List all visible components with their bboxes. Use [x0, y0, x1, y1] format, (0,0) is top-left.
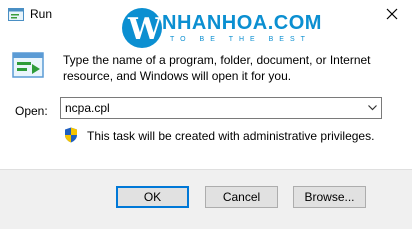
run-dialog-icon: [12, 50, 46, 80]
run-dialog: Run W NHANHOA.COM TO BE THE BEST Type th…: [0, 0, 412, 229]
browse-button[interactable]: Browse...: [293, 186, 366, 208]
window-title: Run: [30, 7, 53, 21]
close-button[interactable]: [382, 5, 402, 25]
run-app-icon: [8, 8, 24, 22]
uac-shield-icon: [64, 127, 78, 143]
watermark-logo-letter: W: [128, 12, 162, 47]
cancel-button[interactable]: Cancel: [205, 186, 278, 208]
close-icon: [386, 8, 398, 23]
watermark-name: NHANHOA.COM: [162, 12, 322, 34]
ok-button[interactable]: OK: [116, 186, 189, 208]
open-input[interactable]: ncpa.cpl: [65, 101, 110, 115]
dialog-description: Type the name of a program, folder, docu…: [63, 53, 371, 83]
open-label: Open:: [15, 104, 48, 118]
open-combobox[interactable]: ncpa.cpl: [60, 97, 382, 119]
admin-privileges-note: This task will be created with administr…: [87, 129, 375, 143]
dropdown-arrow-icon[interactable]: [366, 102, 378, 114]
watermark-tagline: TO BE THE BEST: [170, 36, 311, 43]
nhanhoa-watermark: W NHANHOA.COM TO BE THE BEST: [122, 8, 321, 52]
